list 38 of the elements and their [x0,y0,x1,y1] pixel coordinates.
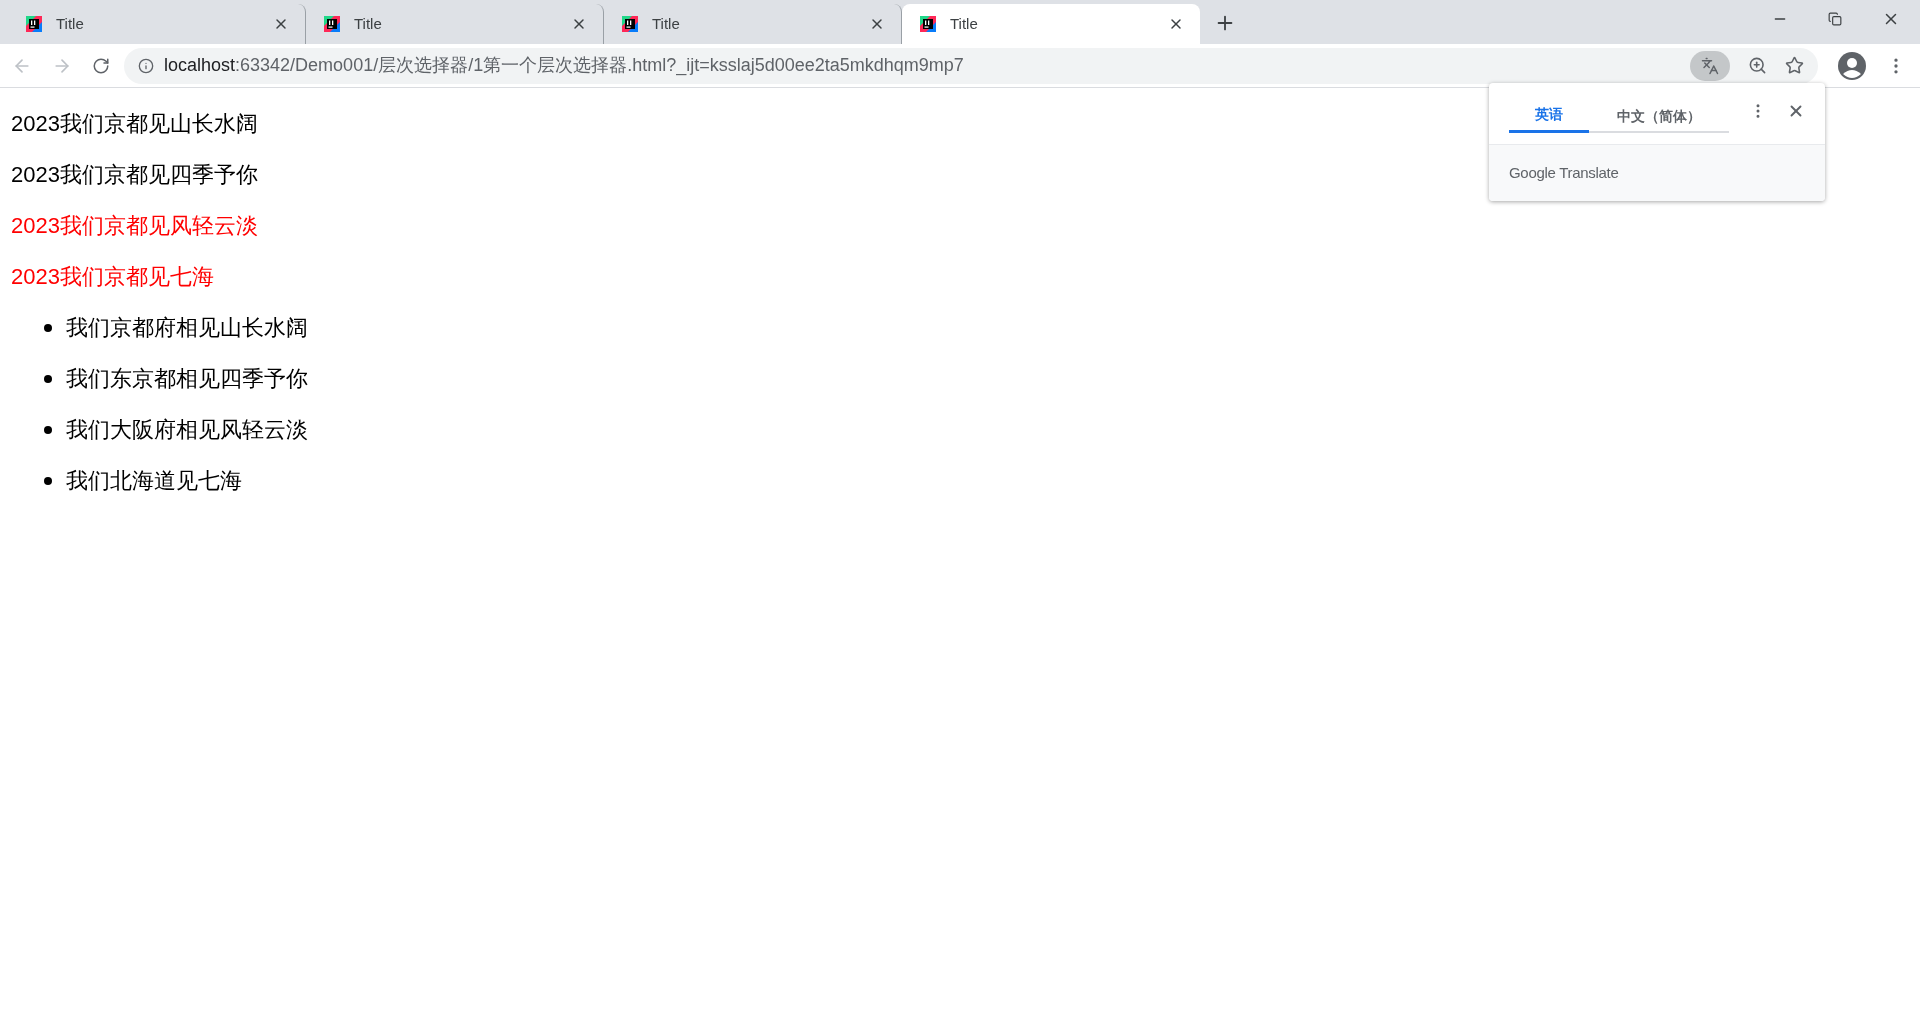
text-line: 2023我们京都见四季予你 [11,163,258,187]
language-tab[interactable]: 中文（简体） [1589,99,1729,133]
tab-title: Title [56,13,85,34]
close-icon[interactable] [273,16,289,32]
text-line: 2023我们京都见风轻云淡 [11,214,258,238]
bullet-icon [44,426,52,434]
profile-avatar-icon[interactable] [1838,51,1866,80]
url-text: localhost:63342/Demo001/层次选择器/1第一个层次选择器.html?_ijt=ksslaj5d00ee2ta5mkdhqm9mp7 [164,54,965,78]
list-item: 我们东京都相见四季予你 [66,367,308,391]
translate-button[interactable] [1690,50,1730,81]
tab-title: Title [652,13,681,34]
translate-icon [1701,56,1719,75]
close-icon[interactable] [571,16,587,32]
text-line: 2023我们京都见七海 [11,265,214,289]
app-logo-icon [918,14,938,34]
list-item: 我们大阪府相见风轻云淡 [66,418,308,442]
bookmark-star-icon[interactable] [1785,56,1804,75]
google-translate-logo: Google Translate [1509,162,1619,183]
restore-icon[interactable] [1828,12,1842,26]
zoom-icon[interactable] [1748,56,1767,75]
address-bar[interactable]: localhost:63342/Demo001/层次选择器/1第一个层次选择器.html?_ijt=ksslaj5d00ee2ta5mkdhqm9mp7 [124,47,1818,84]
tab-title: Title [950,13,979,34]
bullet-icon [44,477,52,485]
reload-icon[interactable] [92,56,110,75]
app-logo-icon [322,14,342,34]
bullet-icon [44,375,52,383]
app-logo-icon [620,14,640,34]
browser-tab[interactable]: Title [902,4,1200,44]
app-logo-icon [24,14,44,34]
list-item: 我们北海道见七海 [66,469,242,493]
language-tab[interactable]: 英语 [1509,99,1589,133]
close-icon[interactable] [869,16,885,32]
close-icon[interactable] [1168,16,1184,32]
text-line: 2023我们京都见山长水阔 [11,112,258,136]
info-icon[interactable] [138,57,154,74]
tab-title: Title [354,13,383,34]
list-item: 我们京都府相见山长水阔 [66,316,308,340]
bullet-icon [44,324,52,332]
